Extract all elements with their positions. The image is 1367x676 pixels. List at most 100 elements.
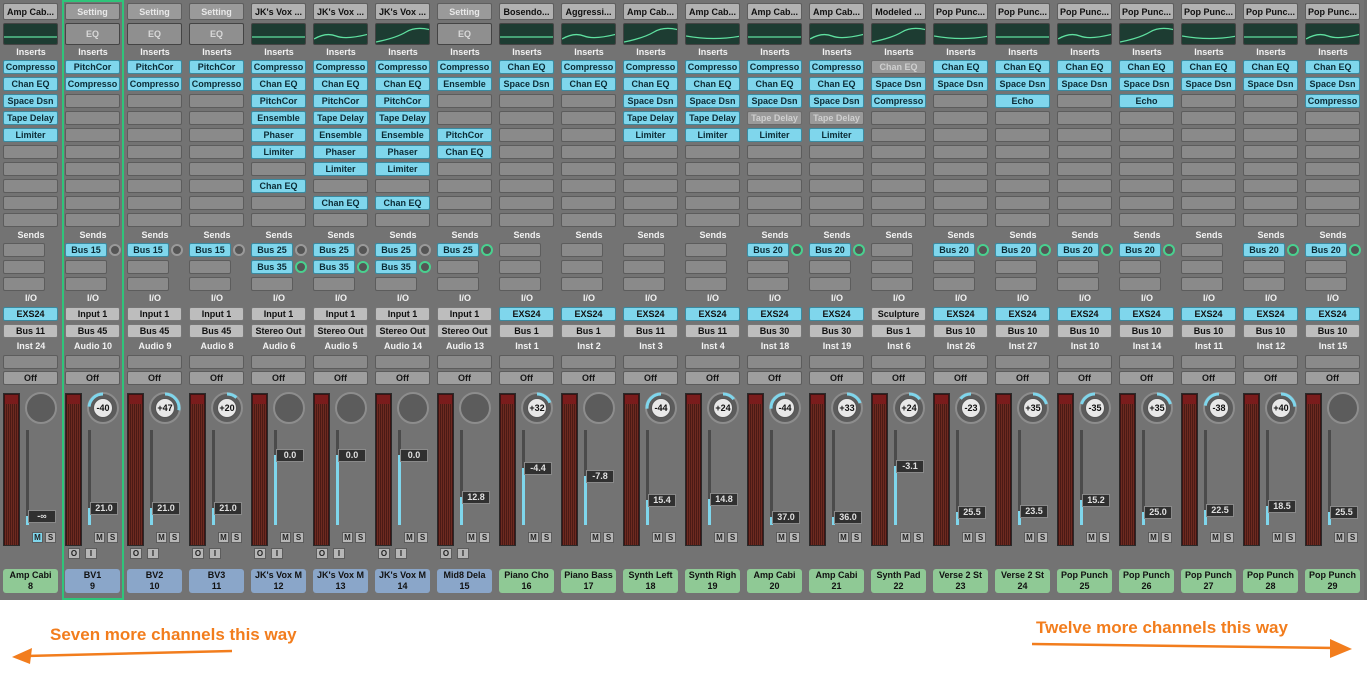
insert-slot[interactable]: Space Dsn	[933, 77, 988, 91]
insert-slot-empty[interactable]	[1119, 196, 1174, 210]
setting-button[interactable]: Pop Punc...	[1057, 3, 1112, 20]
eq-thumbnail[interactable]	[809, 23, 864, 45]
output-slot[interactable]: Bus 11	[623, 324, 678, 338]
setting-button[interactable]: Pop Punc...	[933, 3, 988, 20]
pan-knob[interactable]	[25, 392, 57, 424]
insert-slot[interactable]: Tape Delay	[685, 111, 740, 125]
channel-name[interactable]: Verse 2 St 24	[995, 569, 1050, 593]
channel-strip[interactable]: Setting EQ Inserts PitchCor Compresso Sends Bu…	[62, 0, 124, 600]
channel-strip[interactable]: Amp Cab... Inserts Compresso Chan EQ Space D…	[806, 0, 868, 600]
channel-strip[interactable]: Amp Cab... Inserts Compresso Chan EQ Space D…	[682, 0, 744, 600]
send-slot-empty[interactable]	[1119, 277, 1161, 291]
insert-slot-empty[interactable]	[1181, 196, 1236, 210]
channel-strip[interactable]: JK's Vox ... Inserts Compresso Chan EQ Pitch…	[372, 0, 434, 600]
send-slot-empty[interactable]	[871, 277, 913, 291]
solo-button[interactable]: S	[169, 532, 180, 543]
insert-slot[interactable]: PitchCor	[65, 60, 120, 74]
insert-slot[interactable]: Chan EQ	[375, 196, 430, 210]
solo-button[interactable]: S	[851, 532, 862, 543]
eq-thumbnail[interactable]	[499, 23, 554, 45]
insert-slot-empty[interactable]	[437, 179, 492, 193]
group-slot[interactable]	[747, 355, 802, 369]
insert-slot[interactable]: Chan EQ	[623, 77, 678, 91]
insert-slot-empty[interactable]	[1057, 128, 1112, 142]
insert-slot-empty[interactable]	[933, 196, 988, 210]
pan-knob[interactable]	[583, 392, 615, 424]
send-slot-empty[interactable]	[1305, 277, 1347, 291]
insert-slot-empty[interactable]	[127, 145, 182, 159]
channel-name[interactable]: JK's Vox M 14	[375, 569, 430, 593]
send-slot-empty[interactable]	[685, 260, 727, 274]
setting-button[interactable]: Pop Punc...	[1305, 3, 1360, 20]
eq-thumbnail[interactable]	[375, 23, 430, 45]
output-slot[interactable]: Bus 10	[1119, 324, 1174, 338]
solo-button[interactable]: S	[541, 532, 552, 543]
channel-strip[interactable]: Bosendo... Inserts Chan EQ Space Dsn Sends I/…	[496, 0, 558, 600]
insert-slot-empty[interactable]	[127, 179, 182, 193]
volume-fader-value[interactable]: -3.1	[896, 460, 924, 474]
insert-slot-empty[interactable]	[1305, 162, 1360, 176]
input-slot[interactable]: Input 1	[65, 307, 120, 321]
eq-thumbnail[interactable]	[871, 23, 926, 45]
send-slot[interactable]: Bus 20	[747, 243, 789, 257]
output-slot[interactable]: Bus 1	[871, 324, 926, 338]
mute-button[interactable]: M	[94, 532, 105, 543]
eq-thumbnail[interactable]	[747, 23, 802, 45]
insert-slot-empty[interactable]	[685, 162, 740, 176]
mute-button[interactable]: M	[32, 532, 43, 543]
mute-button[interactable]: M	[776, 532, 787, 543]
insert-slot-empty[interactable]	[499, 196, 554, 210]
send-slot-empty[interactable]	[995, 277, 1037, 291]
automation-mode-button[interactable]: Off	[995, 371, 1050, 385]
insert-slot[interactable]: PitchCor	[437, 128, 492, 142]
insert-slot-empty[interactable]	[747, 145, 802, 159]
insert-slot-empty[interactable]	[499, 111, 554, 125]
channel-strip[interactable]: Aggressi... Inserts Compresso Chan EQ Sends I…	[558, 0, 620, 600]
insert-slot-empty[interactable]	[1243, 213, 1298, 227]
send-slot[interactable]: Bus 15	[127, 243, 169, 257]
volume-fader-value[interactable]: 0.0	[400, 448, 428, 462]
send-slot[interactable]: Bus 35	[375, 260, 417, 274]
group-slot[interactable]	[1305, 355, 1360, 369]
insert-slot-empty[interactable]	[189, 128, 244, 142]
insert-slot[interactable]: PitchCor	[189, 60, 244, 74]
insert-slot-empty[interactable]	[65, 94, 120, 108]
send-slot-empty[interactable]	[499, 260, 541, 274]
group-slot[interactable]	[251, 355, 306, 369]
insert-slot-empty[interactable]	[933, 145, 988, 159]
insert-slot[interactable]: PitchCor	[127, 60, 182, 74]
insert-slot-empty[interactable]	[437, 94, 492, 108]
insert-slot[interactable]: Phaser	[375, 145, 430, 159]
insert-slot[interactable]: Compresso	[685, 60, 740, 74]
setting-button[interactable]: Bosendo...	[499, 3, 554, 20]
input-slot[interactable]: Input 1	[189, 307, 244, 321]
send-level-knob[interactable]	[171, 244, 183, 256]
insert-slot-empty[interactable]	[1305, 128, 1360, 142]
setting-button[interactable]: Amp Cab...	[623, 3, 678, 20]
channel-name[interactable]: JK's Vox M 12	[251, 569, 306, 593]
send-slot-empty[interactable]	[1181, 243, 1223, 257]
insert-slot-empty[interactable]	[499, 213, 554, 227]
channel-strip[interactable]: Pop Punc... Inserts Chan EQ Space Dsn Sends B…	[1240, 0, 1302, 600]
volume-fader-value[interactable]: 37.0	[772, 511, 800, 525]
insert-slot-empty[interactable]	[127, 128, 182, 142]
insert-slot-empty[interactable]	[1057, 196, 1112, 210]
mute-button[interactable]: M	[838, 532, 849, 543]
record-enable-button[interactable]: I	[147, 548, 159, 559]
insert-slot[interactable]: Chan EQ	[1057, 60, 1112, 74]
automation-mode-button[interactable]: Off	[375, 371, 430, 385]
setting-button[interactable]: JK's Vox ...	[251, 3, 306, 20]
channel-name[interactable]: Pop Punch 27	[1181, 569, 1236, 593]
insert-slot[interactable]: PitchCor	[313, 94, 368, 108]
insert-slot-empty[interactable]	[561, 111, 616, 125]
send-slot[interactable]: Bus 25	[251, 243, 293, 257]
channel-strip[interactable]: Amp Cab... Inserts Compresso Chan EQ Space D…	[744, 0, 806, 600]
send-slot-empty[interactable]	[1181, 260, 1223, 274]
solo-button[interactable]: S	[417, 532, 428, 543]
input-slot[interactable]: EXS24	[623, 307, 678, 321]
send-slot[interactable]: Bus 35	[313, 260, 355, 274]
output-slot[interactable]: Stereo Out	[313, 324, 368, 338]
send-level-knob[interactable]	[109, 244, 121, 256]
setting-button[interactable]: JK's Vox ...	[375, 3, 430, 20]
automation-mode-button[interactable]: Off	[65, 371, 120, 385]
